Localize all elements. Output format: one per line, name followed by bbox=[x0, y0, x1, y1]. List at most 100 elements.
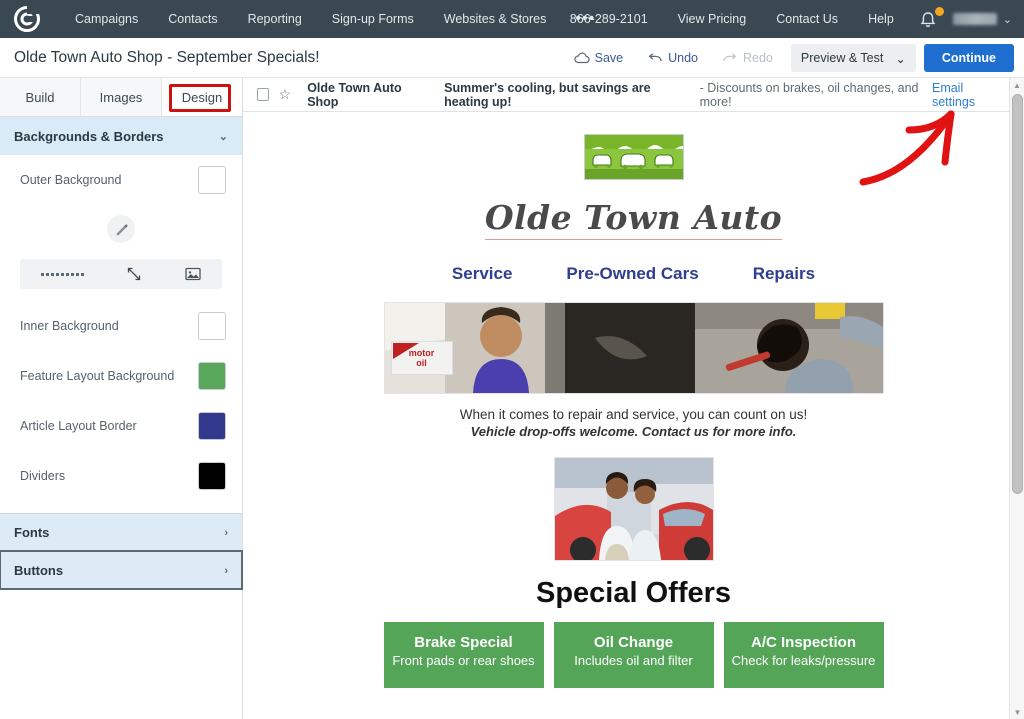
offer-title: Brake Special bbox=[390, 634, 538, 651]
offer-title: Oil Change bbox=[560, 634, 708, 651]
email-brand-name: Olde Town Auto bbox=[485, 198, 782, 240]
account-name-redacted bbox=[953, 13, 997, 25]
motor-oil-sign: motor oil bbox=[391, 341, 453, 375]
offer-card-oil-change[interactable]: Oil Change Includes oil and filter bbox=[554, 622, 714, 688]
email-tagline-secondary: Vehicle drop-offs welcome. Contact us fo… bbox=[384, 424, 884, 439]
email-content-column: Olde Town Auto Service Pre-Owned Cars Re… bbox=[384, 112, 884, 688]
tab-images[interactable]: Images bbox=[81, 78, 162, 116]
constant-contact-logo-icon[interactable] bbox=[8, 0, 46, 38]
page-title: Olde Town Auto Shop - September Specials… bbox=[14, 49, 320, 67]
nav-item-help[interactable]: Help bbox=[853, 0, 909, 38]
chevron-down-icon: ⌄ bbox=[895, 51, 905, 66]
notification-badge-dot bbox=[935, 7, 944, 16]
offer-card-brake-special[interactable]: Brake Special Front pads or rear shoes bbox=[384, 622, 544, 688]
section-backgrounds-and-borders[interactable]: Backgrounds & Borders ⌄ bbox=[0, 117, 242, 155]
scrollbar-thumb[interactable] bbox=[1012, 94, 1023, 494]
three-cars-green-banner-logo-icon[interactable] bbox=[584, 134, 684, 180]
nav-item-campaigns[interactable]: Campaigns bbox=[60, 0, 153, 38]
nav-item-contact-us[interactable]: Contact Us bbox=[761, 0, 853, 38]
notification-bell-icon[interactable] bbox=[919, 7, 945, 31]
property-label: Inner Background bbox=[20, 319, 119, 333]
resize-diagonal-icon[interactable] bbox=[126, 266, 142, 282]
email-preview-text[interactable]: - Discounts on brakes, oil changes, and … bbox=[700, 81, 922, 109]
special-offers-row: Brake Special Front pads or rear shoes O… bbox=[384, 622, 884, 688]
star-icon[interactable]: ☆ bbox=[279, 86, 292, 103]
top-nav-links: Campaigns Contacts Reporting Sign-up For… bbox=[60, 0, 609, 38]
top-nav-right: 866-289-2101 View Pricing Contact Us Hel… bbox=[555, 0, 1020, 38]
redo-label: Redo bbox=[743, 51, 773, 65]
support-phone-number: 866-289-2101 bbox=[555, 0, 663, 38]
undo-label: Undo bbox=[668, 51, 698, 65]
offer-subtitle: Front pads or rear shoes bbox=[390, 653, 538, 669]
chevron-down-icon: ⌄ bbox=[219, 130, 228, 143]
section-label: Backgrounds & Borders bbox=[14, 129, 164, 144]
motor-oil-line1: motor bbox=[409, 348, 435, 358]
color-swatch-article-layout-border[interactable] bbox=[198, 412, 226, 440]
offer-subtitle: Includes oil and filter bbox=[560, 653, 708, 669]
pattern-grid-icon[interactable] bbox=[41, 273, 84, 276]
pencil-edit-icon[interactable] bbox=[107, 215, 135, 243]
property-inner-background: Inner Background bbox=[0, 301, 242, 351]
email-editor-canvas: ☆ Olde Town Auto Shop Summer's cooling, … bbox=[243, 78, 1024, 719]
tab-design[interactable]: Design bbox=[162, 78, 242, 116]
email-nav-pre-owned-cars[interactable]: Pre-Owned Cars bbox=[566, 264, 698, 284]
undo-button[interactable]: Undo bbox=[635, 51, 710, 65]
campaign-actions: Save Undo Redo bbox=[562, 38, 1014, 78]
couple-with-cars-photo[interactable] bbox=[554, 457, 714, 561]
nav-item-contacts[interactable]: Contacts bbox=[153, 0, 232, 38]
email-preview-body: Olde Town Auto Service Pre-Owned Cars Re… bbox=[243, 112, 1024, 719]
email-subject-bar: ☆ Olde Town Auto Shop Summer's cooling, … bbox=[243, 78, 1024, 112]
scroll-up-arrow-icon[interactable]: ▲ bbox=[1010, 78, 1024, 92]
property-dividers: Dividers bbox=[0, 451, 242, 501]
image-icon[interactable] bbox=[185, 267, 201, 281]
email-tagline-primary: When it comes to repair and service, you… bbox=[384, 407, 884, 422]
property-article-layout-border: Article Layout Border bbox=[0, 401, 242, 451]
nav-item-websites-stores[interactable]: Websites & Stores bbox=[429, 0, 562, 38]
redo-button: Redo bbox=[710, 51, 785, 65]
email-subject-line[interactable]: Summer's cooling, but savings are heatin… bbox=[444, 81, 687, 109]
color-swatch-dividers[interactable] bbox=[198, 462, 226, 490]
email-nav-links: Service Pre-Owned Cars Repairs bbox=[384, 264, 884, 284]
save-button[interactable]: Save bbox=[562, 51, 636, 65]
color-swatch-outer-background[interactable] bbox=[198, 166, 226, 194]
preview-label: Preview & Test bbox=[801, 51, 883, 65]
save-label: Save bbox=[595, 51, 624, 65]
email-nav-service[interactable]: Service bbox=[452, 264, 513, 284]
mechanics-working-photo[interactable]: motor oil bbox=[384, 302, 884, 394]
continue-button[interactable]: Continue bbox=[924, 44, 1014, 72]
offer-card-ac-inspection[interactable]: A/C Inspection Check for leaks/pressure bbox=[724, 622, 884, 688]
nav-item-reporting[interactable]: Reporting bbox=[233, 0, 317, 38]
section-fonts[interactable]: Fonts › bbox=[0, 513, 242, 551]
design-sidebar: Build Images Design Backgrounds & Border… bbox=[0, 78, 243, 719]
motor-oil-line2: oil bbox=[416, 358, 427, 368]
account-chevron-down-icon[interactable]: ⌄ bbox=[1003, 13, 1012, 26]
offer-subtitle: Check for leaks/pressure bbox=[730, 653, 878, 669]
special-offers-heading: Special Offers bbox=[384, 577, 884, 610]
email-brand-wrap: Olde Town Auto bbox=[384, 180, 884, 240]
preview-and-test-dropdown[interactable]: Preview & Test ⌄ bbox=[791, 44, 916, 72]
scroll-down-arrow-icon[interactable]: ▼ bbox=[1010, 705, 1024, 719]
section-label: Buttons bbox=[14, 563, 63, 578]
section-label: Fonts bbox=[14, 525, 49, 540]
email-nav-repairs[interactable]: Repairs bbox=[753, 264, 815, 284]
email-settings-link[interactable]: Email settings bbox=[932, 81, 1000, 109]
sender-name: Olde Town Auto Shop bbox=[307, 81, 420, 109]
app-root: Campaigns Contacts Reporting Sign-up For… bbox=[0, 0, 1024, 719]
color-swatch-inner-background[interactable] bbox=[198, 312, 226, 340]
select-checkbox[interactable] bbox=[257, 88, 269, 101]
property-feature-layout-background: Feature Layout Background bbox=[0, 351, 242, 401]
nav-item-signup-forms[interactable]: Sign-up Forms bbox=[317, 0, 429, 38]
sidebar-tabs: Build Images Design bbox=[0, 78, 242, 117]
property-outer-background: Outer Background bbox=[0, 155, 242, 205]
global-top-navigation: Campaigns Contacts Reporting Sign-up For… bbox=[0, 0, 1024, 38]
chevron-right-icon: › bbox=[224, 565, 228, 577]
property-label: Feature Layout Background bbox=[20, 369, 174, 383]
campaign-title-bar: Olde Town Auto Shop - September Specials… bbox=[0, 38, 1024, 78]
offer-title: A/C Inspection bbox=[730, 634, 878, 651]
canvas-vertical-scrollbar[interactable]: ▲ ▼ bbox=[1009, 78, 1024, 719]
tab-build[interactable]: Build bbox=[0, 78, 81, 116]
nav-item-view-pricing[interactable]: View Pricing bbox=[663, 0, 762, 38]
section-buttons[interactable]: Buttons › bbox=[0, 551, 242, 589]
undo-arrow-icon bbox=[647, 52, 663, 64]
color-swatch-feature-layout-background[interactable] bbox=[198, 362, 226, 390]
